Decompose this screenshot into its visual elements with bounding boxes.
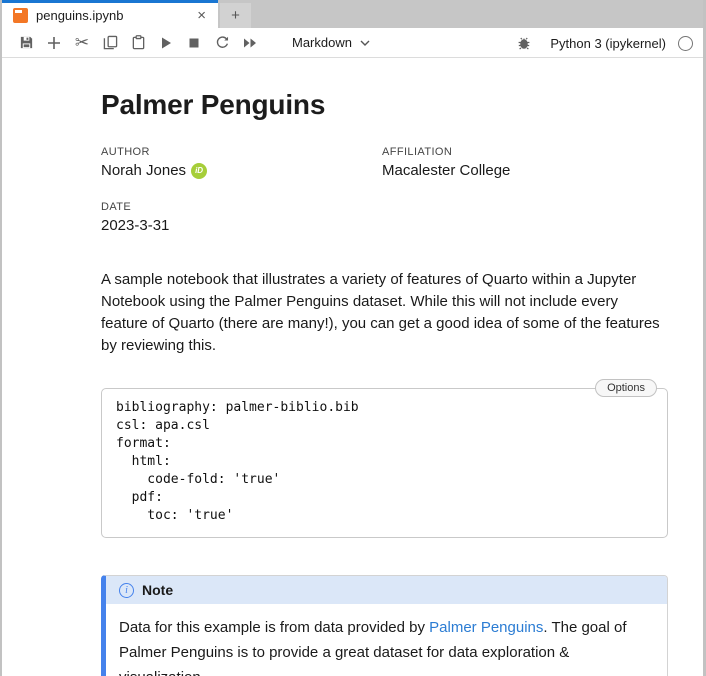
date-value: 2023-3-31 bbox=[101, 217, 382, 234]
kernel-status-icon[interactable] bbox=[678, 36, 693, 51]
scissors-icon: ✂ bbox=[75, 34, 89, 51]
info-icon: i bbox=[119, 583, 134, 598]
toolbar-right-group: Python 3 (ipykernel) bbox=[510, 28, 693, 58]
fast-forward-icon bbox=[243, 37, 258, 49]
paste-cells-button[interactable] bbox=[124, 31, 152, 55]
palmer-penguins-link[interactable]: Palmer Penguins bbox=[429, 619, 543, 636]
author-name: Norah Jones bbox=[101, 162, 186, 179]
notebook-file-icon bbox=[13, 8, 28, 23]
restart-kernel-button[interactable] bbox=[208, 31, 236, 55]
new-tab-button[interactable]: + bbox=[220, 3, 251, 28]
cut-cells-button[interactable]: ✂ bbox=[68, 31, 96, 55]
restart-run-all-button[interactable] bbox=[236, 31, 264, 55]
tab-title: penguins.ipynb bbox=[36, 8, 185, 23]
run-cell-button[interactable] bbox=[152, 31, 180, 55]
date-label: DATE bbox=[101, 201, 382, 213]
note-callout-title: Note bbox=[142, 582, 173, 598]
save-button[interactable] bbox=[12, 31, 40, 55]
cell-type-dropdown[interactable]: Markdown bbox=[292, 35, 370, 50]
bug-icon bbox=[517, 36, 531, 50]
note-callout: i Note Data for this example is from dat… bbox=[101, 575, 668, 676]
save-icon bbox=[19, 35, 34, 50]
stop-icon bbox=[188, 37, 200, 49]
orcid-icon[interactable]: iD bbox=[191, 163, 207, 179]
meta-author: AUTHOR Norah Jones iD bbox=[101, 146, 382, 179]
note-callout-header[interactable]: i Note bbox=[106, 576, 667, 604]
copy-icon bbox=[103, 35, 118, 50]
restart-icon bbox=[215, 35, 230, 50]
yaml-options-block: Options bibliography: palmer-biblio.bib … bbox=[101, 388, 668, 538]
page-title: Palmer Penguins bbox=[101, 88, 664, 122]
document-meta: AUTHOR Norah Jones iD AFFILIATION Macale… bbox=[101, 146, 664, 234]
author-label: AUTHOR bbox=[101, 146, 382, 158]
add-cell-button[interactable] bbox=[40, 31, 68, 55]
paste-icon bbox=[131, 35, 146, 50]
meta-affiliation: AFFILIATION Macalester College bbox=[382, 146, 664, 179]
jupyter-notebook-window: penguins.ipynb × + ✂ bbox=[0, 0, 706, 676]
notebook-toolbar: ✂ Markdown Python 3 (ipykernel) bbox=[2, 28, 703, 58]
yaml-code[interactable]: bibliography: palmer-biblio.bib csl: apa… bbox=[102, 389, 667, 537]
tab-penguins-ipynb[interactable]: penguins.ipynb × bbox=[2, 0, 218, 28]
plus-icon bbox=[47, 36, 61, 50]
chevron-down-icon bbox=[360, 40, 370, 46]
note-callout-body: Data for this example is from data provi… bbox=[106, 604, 667, 676]
run-icon bbox=[159, 36, 173, 50]
note-text-before-link: Data for this example is from data provi… bbox=[119, 619, 429, 636]
close-tab-icon[interactable]: × bbox=[193, 8, 210, 23]
options-button[interactable]: Options bbox=[595, 379, 657, 397]
cell-type-label: Markdown bbox=[292, 35, 352, 50]
copy-cells-button[interactable] bbox=[96, 31, 124, 55]
interrupt-kernel-button[interactable] bbox=[180, 31, 208, 55]
kernel-name[interactable]: Python 3 (ipykernel) bbox=[550, 36, 666, 51]
affiliation-value: Macalester College bbox=[382, 162, 664, 179]
affiliation-label: AFFILIATION bbox=[382, 146, 664, 158]
notebook-content: Palmer Penguins AUTHOR Norah Jones iD AF… bbox=[2, 58, 703, 676]
debugger-button[interactable] bbox=[510, 31, 538, 55]
meta-date: DATE 2023-3-31 bbox=[101, 201, 382, 234]
tab-bar: penguins.ipynb × + bbox=[2, 0, 703, 28]
intro-paragraph: A sample notebook that illustrates a var… bbox=[101, 269, 664, 357]
